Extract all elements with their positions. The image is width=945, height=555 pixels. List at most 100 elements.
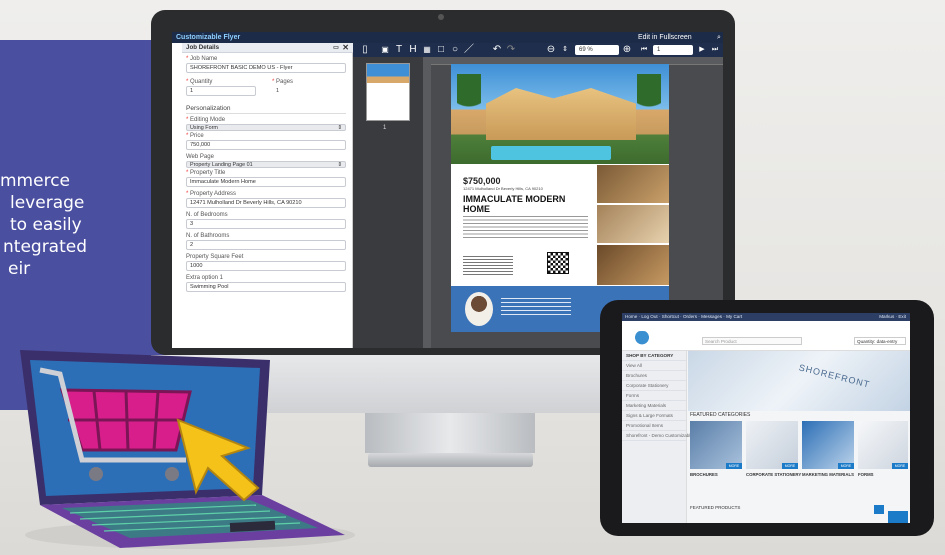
pages-label: Pages	[276, 79, 294, 85]
category-caption: CORPORATE STATIONERY	[746, 472, 802, 477]
page-icon[interactable]: ▯	[359, 43, 371, 57]
property-address-input[interactable]: 12471 Mulholland Dr Beverly Hills, CA 90…	[186, 198, 346, 208]
storefront-topbar: Home · Log Out · Shortcut · Orders · Mes…	[622, 313, 910, 321]
document-icon[interactable]: ▭	[333, 43, 339, 53]
job-details-panel: Job Details ▭ ✕ * Job Name SHOREFRONT BA…	[172, 43, 353, 348]
product-icon[interactable]	[874, 505, 884, 514]
featured-products-title: FEATURED PRODUCTS	[690, 505, 741, 510]
house-photo	[451, 64, 669, 164]
sidebar-item[interactable]: Promotional Items	[622, 421, 686, 431]
text-icon[interactable]: T	[393, 43, 405, 57]
flyer-body-text	[463, 216, 588, 238]
more-button[interactable]: MORE	[838, 463, 854, 469]
web-page-label: Web Page	[186, 154, 214, 160]
fullscreen-button[interactable]: Edit in Fullscreen	[638, 32, 692, 43]
search-icon[interactable]: ⌕	[717, 32, 721, 43]
editing-mode-select[interactable]: Using Form ⇕	[186, 124, 346, 131]
editing-mode-value: Using Form	[190, 125, 218, 131]
hero-banner[interactable]: SHOREFRONT	[688, 351, 910, 411]
bedrooms-input[interactable]: 3	[186, 219, 346, 229]
more-button[interactable]: MORE	[726, 463, 742, 469]
sidebar-item[interactable]: View All	[622, 361, 686, 371]
sidebar-item[interactable]: Forms	[622, 391, 686, 401]
promo-line: leverage	[10, 193, 85, 213]
more-button[interactable]: MORE	[892, 463, 908, 469]
undo-icon[interactable]: ↶	[491, 43, 503, 57]
product-tile[interactable]	[888, 511, 908, 523]
extra-option-label: Extra option 1	[186, 275, 224, 281]
property-title-label: Property Title	[190, 170, 226, 176]
category-card-forms[interactable]	[858, 421, 908, 469]
next-page-icon[interactable]: ▶	[697, 43, 707, 57]
sidebar-item[interactable]: Marketing Materials	[622, 401, 686, 411]
thumbnail-page-1[interactable]	[366, 63, 410, 121]
flyer-feature-list	[463, 256, 513, 276]
close-icon[interactable]: ✕	[342, 43, 349, 53]
product-search-input[interactable]: Search Product	[702, 337, 802, 345]
editing-mode-label: Editing Mode	[190, 117, 226, 123]
webcam	[438, 14, 444, 20]
chevron-down-icon: ⇕	[337, 125, 342, 131]
sidebar-item[interactable]: Shorefront - Demo Customizable	[622, 431, 693, 441]
zoom-value: 69 %	[579, 47, 593, 53]
price-label: Price	[190, 133, 204, 139]
panel-header: Job Details ▭ ✕	[182, 43, 353, 53]
bedrooms-field: N. of Bedrooms 3	[186, 211, 346, 229]
quantity-search-input[interactable]: Quantity: data-entry	[854, 337, 906, 345]
page-thumbnails: 1	[353, 57, 423, 348]
line-icon[interactable]: ／	[463, 43, 475, 57]
zoom-select[interactable]: 69 %	[575, 45, 619, 55]
circle-icon[interactable]: ○	[449, 43, 461, 57]
redo-icon[interactable]: ↷	[505, 43, 517, 57]
stepper-icon[interactable]: ⇕	[559, 43, 571, 57]
bathrooms-field: N. of Bathrooms 2	[186, 232, 346, 250]
image-icon[interactable]: ▣	[379, 43, 391, 57]
user-menu[interactable]: Markus · Exit	[879, 313, 906, 321]
category-caption: BROCHURES	[690, 472, 718, 477]
bathrooms-input[interactable]: 2	[186, 240, 346, 250]
thumbnail-number: 1	[383, 125, 387, 131]
promo-line: to easily	[10, 215, 82, 235]
zoom-out-icon[interactable]: ⊖	[545, 43, 557, 57]
rectangle-icon[interactable]: □	[435, 43, 447, 57]
palm-tree	[637, 74, 661, 138]
property-address-field: * Property Address 12471 Mulholland Dr B…	[186, 190, 346, 208]
qr-code	[547, 252, 569, 274]
sidebar-item[interactable]: Corporate Stationery	[622, 381, 686, 391]
personalization-title: Personalization	[186, 105, 346, 114]
category-card-marketing[interactable]	[802, 421, 854, 469]
topbar-links[interactable]: Home · Log Out · Shortcut · Orders · Mes…	[625, 314, 742, 319]
more-button[interactable]: MORE	[782, 463, 798, 469]
agent-photo	[465, 292, 493, 326]
banner-watermark: SHOREFRONT	[797, 362, 872, 390]
page-value: 1	[657, 47, 661, 53]
flyer-preview[interactable]: $750,000 12471 Mulholland Dr Beverly Hil…	[451, 64, 669, 332]
zoom-in-icon[interactable]: ⊕	[621, 43, 633, 57]
web-page-value: Property Landing Page 01	[190, 162, 253, 168]
first-page-icon[interactable]: ⏮	[637, 43, 651, 57]
page-select[interactable]: 1	[653, 45, 693, 55]
sidebar-header: SHOP BY CATEGORY	[622, 351, 686, 361]
promo-line: mmerce	[0, 171, 71, 191]
sidebar-item[interactable]: Signs & Large Formats	[622, 411, 686, 421]
job-name-input[interactable]: SHOREFRONT BASIC DEMO US - Flyer	[186, 63, 346, 73]
quantity-input[interactable]: 1	[186, 86, 256, 96]
interior-photo	[597, 205, 669, 243]
web-page-select[interactable]: Property Landing Page 01 ⇕	[186, 161, 346, 168]
property-title-input[interactable]: Immaculate Modern Home	[186, 177, 346, 187]
panel-title: Job Details	[186, 44, 220, 51]
shorefront-logo[interactable]	[628, 331, 656, 347]
price-input[interactable]: 750,000	[186, 140, 346, 150]
pages-value: 1	[276, 88, 280, 94]
promo-line: eir	[8, 259, 31, 279]
last-page-icon[interactable]: ⏭	[709, 43, 721, 57]
agent-contact	[501, 298, 571, 318]
sqft-input[interactable]: 1000	[186, 261, 346, 271]
sidebar-item[interactable]: Brochures	[622, 371, 686, 381]
heading-icon[interactable]: H	[407, 43, 419, 57]
qr-code-icon[interactable]: ▦	[421, 43, 433, 57]
category-card-stationery[interactable]	[746, 421, 798, 469]
category-card-brochures[interactable]	[690, 421, 742, 469]
quantity-field: * Quantity 1	[186, 78, 256, 96]
extra-option-input[interactable]: Swimming Pool	[186, 282, 346, 292]
